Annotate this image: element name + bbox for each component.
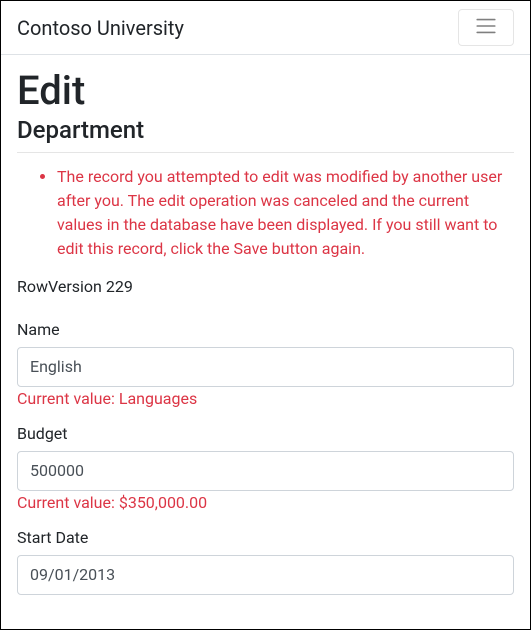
form-group-name: Name Current value: Languages [17,320,514,408]
main-container: Edit Department The record you attempted… [1,55,530,623]
form-group-startdate: Start Date [17,528,514,595]
navbar: Contoso University [1,1,530,55]
validation-summary-message: The record you attempted to edit was mod… [57,165,514,261]
rowversion-display: RowVersion 229 [17,277,514,296]
startdate-label: Start Date [17,528,514,547]
startdate-input[interactable] [17,555,514,595]
budget-input[interactable] [17,451,514,491]
form-group-budget: Budget Current value: $350,000.00 [17,424,514,512]
navbar-toggler-button[interactable] [458,9,514,46]
validation-summary: The record you attempted to edit was mod… [17,165,514,261]
page-subtitle: Department [17,116,514,144]
rowversion-label: RowVersion [17,277,102,296]
name-label: Name [17,320,514,339]
rowversion-value: 229 [106,277,133,296]
divider [17,152,514,153]
budget-label: Budget [17,424,514,443]
name-current-value: Current value: Languages [17,389,514,408]
page-title: Edit [17,67,514,114]
budget-current-value: Current value: $350,000.00 [17,493,514,512]
navbar-brand[interactable]: Contoso University [17,16,184,40]
hamburger-icon [471,14,501,41]
name-input[interactable] [17,347,514,387]
